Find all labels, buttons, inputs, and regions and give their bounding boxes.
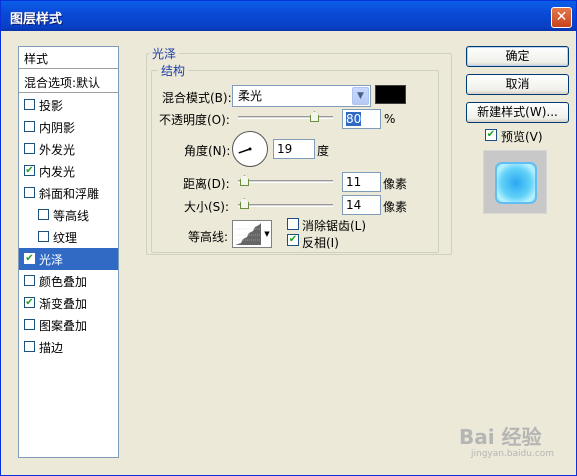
styles-list: 样式 混合选项:默认 投影内阴影外发光 ✔ 内发光斜面和浮雕等高线纹理 ✔ 光泽颜色叠加… (18, 46, 119, 458)
title-bar[interactable]: 图层样式 ✕ (1, 1, 576, 31)
layer-style-dialog: 图层样式 ✕ 样式 混合选项:默认 投影内阴影外发光 ✔ 内发光斜面和浮雕等高线纹理… (0, 0, 577, 476)
style-item-label: 纹理 (53, 231, 78, 245)
style-item[interactable]: 斜面和浮雕 (19, 182, 118, 204)
style-item-checkbox[interactable] (38, 231, 49, 242)
style-item-checkbox[interactable] (24, 99, 35, 110)
size-label: 大小(S): (184, 200, 230, 214)
style-item-checkbox[interactable] (24, 143, 35, 154)
preview-checkbox[interactable]: ✔ (485, 129, 497, 141)
style-item-checkbox[interactable]: ✔ (24, 253, 35, 264)
style-item[interactable]: 内阴影 (19, 116, 118, 138)
angle-dial-needle (238, 147, 252, 154)
close-button[interactable]: ✕ (551, 7, 572, 28)
watermark-logo: Bai 经验 (459, 425, 542, 449)
chevron-down-icon[interactable]: ▼ (352, 87, 369, 105)
structure-group-title: 结构 (158, 62, 189, 79)
style-item-label: 颜色叠加 (39, 275, 88, 289)
style-item-label: 内阴影 (39, 121, 76, 135)
chevron-down-icon[interactable]: ▼ (263, 221, 271, 247)
check-icon: ✔ (288, 234, 298, 245)
style-item-checkbox[interactable] (24, 319, 35, 330)
style-item[interactable]: 颜色叠加 (19, 270, 118, 292)
angle-dial[interactable] (232, 131, 268, 167)
preview-swatch (495, 162, 537, 204)
contour-label: 等高线: (188, 230, 229, 244)
size-slider-track[interactable] (238, 204, 333, 207)
distance-value: 11 (346, 175, 362, 189)
style-item-label: 光泽 (39, 253, 64, 267)
new-style-button[interactable]: 新建样式(W)... (466, 102, 569, 123)
satin-group-title: 光泽 (149, 45, 180, 62)
distance-label: 距离(D): (183, 177, 230, 191)
style-item-label: 描边 (39, 341, 64, 355)
check-icon: ✔ (25, 253, 34, 264)
style-item-label: 斜面和浮雕 (39, 187, 100, 201)
opacity-unit: % (384, 112, 396, 126)
style-item-checkbox[interactable]: ✔ (24, 297, 35, 308)
check-icon: ✔ (486, 129, 496, 140)
size-input[interactable]: 14 (342, 195, 381, 215)
blend-mode-value: 柔光 (238, 89, 263, 103)
angle-unit: 度 (317, 144, 330, 158)
preview-label[interactable]: 预览(V) (501, 128, 543, 145)
style-item[interactable]: 投影 (19, 94, 118, 116)
invert-label[interactable]: 反相(I) (302, 234, 339, 251)
check-icon: ✔ (25, 165, 34, 176)
blending-options-label: 混合选项:默认 (24, 76, 101, 90)
blending-options-item[interactable]: 混合选项:默认 (19, 71, 118, 93)
style-item[interactable]: 纹理 (19, 226, 118, 248)
opacity-value: 80 (346, 112, 362, 126)
blend-mode-select[interactable]: 柔光 ▼ (232, 85, 371, 107)
size-unit: 像素 (383, 200, 408, 214)
styles-header[interactable]: 样式 (19, 47, 118, 69)
style-item[interactable]: ✔ 内发光 (19, 160, 118, 182)
style-item[interactable]: 描边 (19, 336, 118, 358)
opacity-label: 不透明度(O): (159, 113, 230, 127)
antialias-label[interactable]: 消除锯齿(L) (302, 217, 366, 234)
style-item[interactable]: 外发光 (19, 138, 118, 160)
antialias-checkbox[interactable] (287, 218, 299, 230)
style-item[interactable]: ✔ 光泽 (19, 248, 118, 270)
style-item-checkbox[interactable]: ✔ (24, 165, 35, 176)
distance-slider-track[interactable] (238, 180, 333, 183)
style-item-label: 等高线 (53, 209, 90, 223)
contour-picker[interactable]: ▼ (232, 220, 272, 248)
distance-unit: 像素 (383, 177, 408, 191)
style-item-label: 投影 (39, 99, 64, 113)
distance-input[interactable]: 11 (342, 172, 381, 192)
angle-label: 角度(N): (184, 144, 231, 158)
angle-input[interactable]: 19 (273, 139, 315, 159)
style-item-checkbox[interactable] (24, 187, 35, 198)
style-preview (483, 150, 547, 214)
styles-header-label: 样式 (24, 52, 49, 66)
style-item-label: 内发光 (39, 165, 76, 179)
style-item-label: 图案叠加 (39, 319, 88, 333)
close-icon: ✕ (555, 9, 568, 25)
contour-curve-icon (235, 223, 261, 245)
style-item-checkbox[interactable] (24, 341, 35, 352)
ok-button[interactable]: 确定 (466, 46, 569, 67)
watermark-url: jingyan.baidu.com (471, 449, 555, 459)
angle-value: 19 (277, 142, 293, 156)
invert-checkbox[interactable]: ✔ (287, 234, 299, 246)
style-item[interactable]: ✔ 渐变叠加 (19, 292, 118, 314)
window-title: 图层样式 (10, 12, 63, 27)
blend-mode-label: 混合模式(B): (162, 91, 232, 105)
satin-color-swatch[interactable] (375, 85, 406, 104)
style-item[interactable]: 等高线 (19, 204, 118, 226)
cancel-button[interactable]: 取消 (466, 74, 569, 95)
style-item-checkbox[interactable] (24, 275, 35, 286)
style-item-label: 外发光 (39, 143, 76, 157)
check-icon: ✔ (25, 297, 34, 308)
style-item[interactable]: 图案叠加 (19, 314, 118, 336)
size-value: 14 (346, 198, 362, 212)
style-item-label: 渐变叠加 (39, 297, 88, 311)
style-item-checkbox[interactable] (38, 209, 49, 220)
opacity-input[interactable]: 80 (342, 109, 381, 129)
style-item-checkbox[interactable] (24, 121, 35, 132)
